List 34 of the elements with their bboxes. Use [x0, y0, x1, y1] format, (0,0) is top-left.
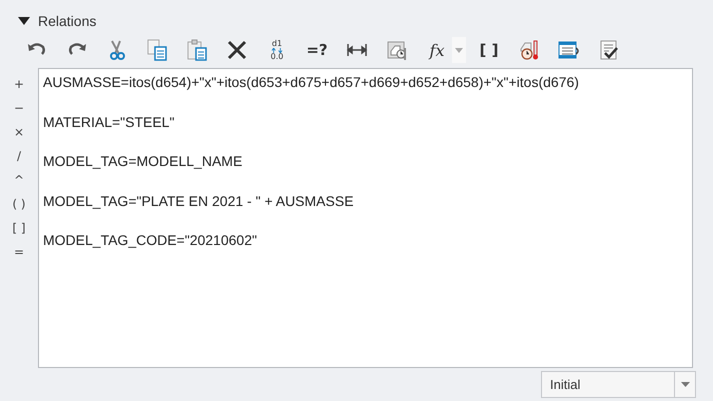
- arrows-icon: [270, 48, 284, 52]
- relation-line: MODEL_TAG=MODELL_NAME: [43, 153, 242, 169]
- relation-line: MODEL_TAG_CODE="20210602": [43, 232, 257, 248]
- delete-icon: [226, 39, 248, 61]
- toolbar-label: 0.0: [270, 52, 284, 60]
- caret-icon: [455, 48, 463, 52]
- thermometer-clock-icon: [518, 39, 540, 61]
- operator-button[interactable]: ×: [7, 120, 31, 144]
- relation-line: AUSMASSE=itos(d654)+"x"+itos(d653+d675+d657+d669+d652+d658)+"x"+itos(d676): [43, 74, 579, 90]
- list-icon: [558, 39, 580, 61]
- operator-button[interactable]: −: [7, 96, 31, 120]
- operator-button[interactable]: =: [7, 240, 31, 264]
- table-clock-icon: [386, 39, 408, 61]
- toolbar-button[interactable]: =?: [300, 37, 334, 63]
- section-title: Relations: [38, 13, 96, 29]
- operator-button[interactable]: /: [7, 144, 31, 168]
- operator-button[interactable]: +: [7, 72, 31, 96]
- operator-button[interactable]: ( ): [7, 192, 31, 216]
- operator-button[interactable]: [ ]: [7, 216, 31, 240]
- copy-icon: [146, 39, 168, 61]
- paste-icon: [186, 39, 208, 61]
- relation-line: MATERIAL="STEEL": [43, 114, 174, 130]
- dimension-info-button[interactable]: d1 0.0: [260, 36, 294, 64]
- relation-line: MODEL_TAG="PLATE EN 2021 - " + AUSMASSE: [43, 192, 354, 208]
- mode-dropdown[interactable]: Initial: [541, 371, 696, 398]
- dropdown-value: Initial: [549, 376, 582, 394]
- toolbar-button[interactable]: [ ]: [472, 37, 506, 63]
- checklist-icon: [598, 39, 620, 61]
- toolbar-label: d1: [272, 40, 282, 48]
- collapse-icon[interactable]: [18, 17, 30, 25]
- function-button[interactable]: fx: [420, 37, 454, 63]
- relations-editor[interactable]: AUSMASSE=itos(d654)+"x"+itos(d653+d675+d657+d669+d652+d658)+"x"+itos(d676) MATERIAL="STEEL" MODEL_TAG=MODELL_NAME MODEL_TAG="PLATE EN 2021 - " + AUSMASSE MODEL_TAG_CODE="20210602": [38, 68, 693, 368]
- caret-icon: [680, 382, 690, 387]
- operator-button[interactable]: ^: [7, 168, 31, 192]
